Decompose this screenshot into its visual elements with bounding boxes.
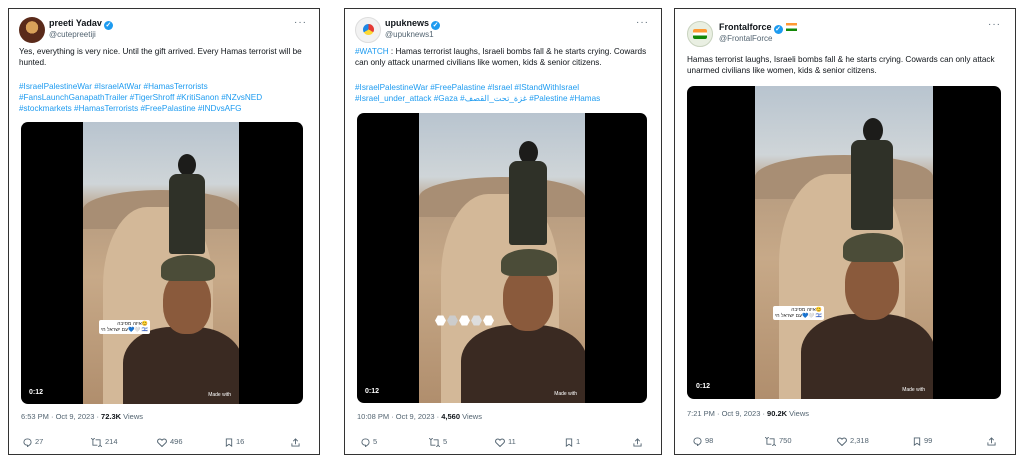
blurred-sticker: [435, 313, 495, 331]
tweet-text: #WATCH : Hamas terrorist laughs, Israeli…: [355, 47, 647, 67]
video-player[interactable]: איזה מסיבה😊 עם ישראל חי💙🤍 🇮🇱 Made with 0…: [21, 122, 303, 404]
more-options-icon[interactable]: ···: [988, 19, 1001, 30]
hex: [471, 315, 482, 326]
like-button[interactable]: 11: [495, 437, 516, 447]
hashtags-line-2[interactable]: #Israel_under_attack #Gaza #غزة_تحت_القص…: [355, 93, 655, 104]
display-name[interactable]: Frontalforce ✓: [719, 22, 797, 34]
user-handle[interactable]: @cutepreetiji: [49, 30, 96, 39]
tweet-timestamp[interactable]: 10:08 PM · Oct 9, 2023 · 4,560 Views: [357, 412, 482, 421]
action-bar: 98 750 2,318 99: [675, 436, 1015, 448]
reply-button[interactable]: 5: [361, 437, 377, 447]
tweet-text: Yes, everything is very nice. Until the …: [19, 47, 302, 67]
action-bar: 27 214 496 16: [9, 437, 319, 449]
man-face: [163, 272, 211, 334]
repost-button[interactable]: 750: [765, 436, 792, 446]
fighter-body: [169, 174, 205, 254]
man-face: [845, 252, 899, 320]
bookmark-button[interactable]: 99: [913, 436, 932, 446]
heart-icon: [157, 438, 167, 447]
more-options-icon[interactable]: ···: [636, 17, 649, 28]
fighter-head: [178, 154, 196, 176]
reply-button[interactable]: 98: [693, 436, 713, 446]
tweet-card-upuknews[interactable]: upuknews ✓ @upuknews1 ··· #WATCH : Hamas …: [344, 8, 662, 455]
video-player[interactable]: איזה מסיבה😊 עם ישראל חי💙🤍 🇮🇱 Made with 0…: [687, 86, 1001, 399]
man-cap: [501, 249, 557, 276]
avatar[interactable]: [687, 21, 713, 47]
repost-icon: [765, 436, 776, 446]
heart-icon: [837, 437, 847, 446]
logo-mark: [693, 29, 707, 39]
made-with-watermark: Made with: [208, 392, 231, 398]
display-name[interactable]: preeti Yadav ✓: [49, 18, 113, 30]
tweet-timestamp[interactable]: 7:21 PM · Oct 9, 2023 · 90.2K Views: [687, 409, 809, 418]
man-face: [503, 267, 553, 331]
made-with-watermark: Made with: [554, 391, 577, 397]
tweet-card-preeti[interactable]: preeti Yadav ✓ @cutepreetiji ··· Yes, eve…: [8, 8, 320, 455]
bookmark-icon: [913, 436, 921, 446]
hex: [447, 315, 458, 326]
video-frame: איזה מסיבה😊 עם ישראל חי💙🤍 🇮🇱 Made with: [755, 86, 933, 399]
hashtags-line-1[interactable]: #IsraelPalestineWar #IsraelAtWar #HamasT…: [19, 81, 314, 92]
tweet-timestamp[interactable]: 6:53 PM · Oct 9, 2023 · 72.3K Views: [21, 412, 143, 421]
bookmark-button[interactable]: 1: [565, 437, 580, 447]
reply-icon: [23, 437, 32, 447]
heart-icon: [495, 438, 505, 447]
verified-badge-icon: ✓: [103, 21, 113, 30]
verified-badge-icon: ✓: [773, 25, 783, 34]
share-icon: [633, 437, 642, 447]
watch-hashtag[interactable]: #WATCH: [355, 47, 389, 56]
video-frame: Made with: [419, 113, 585, 403]
hashtags-line-1[interactable]: #IsraelPalestineWar #FreePalastine #Isra…: [355, 82, 655, 93]
repost-button[interactable]: 5: [429, 437, 447, 447]
repost-icon: [429, 437, 440, 447]
video-frame: איזה מסיבה😊 עם ישראל חי💙🤍 🇮🇱 Made with: [83, 122, 239, 404]
logo-mark: [363, 24, 374, 35]
share-icon: [987, 436, 996, 446]
display-name[interactable]: upuknews ✓: [385, 18, 441, 30]
like-button[interactable]: 496: [157, 437, 183, 447]
fighter-body: [509, 161, 547, 245]
video-player[interactable]: Made with 0:12: [357, 113, 647, 403]
share-button[interactable]: [987, 436, 999, 446]
reply-icon: [361, 437, 370, 447]
hashtags-line-3[interactable]: #stockmarkets #HamasTerrorists #FreePala…: [19, 103, 314, 114]
view-count: 90.2K: [767, 409, 788, 418]
view-count: 72.3K: [101, 412, 122, 421]
india-flag-icon: [785, 23, 797, 31]
repost-icon: [91, 437, 102, 447]
share-button[interactable]: [291, 437, 303, 447]
fighter-body: [851, 140, 893, 230]
tweet-text: Hamas terrorist laughs, Israeli bombs fa…: [687, 55, 995, 75]
video-duration: 0:12: [365, 388, 380, 395]
man-cap: [161, 255, 215, 281]
video-duration: 0:12: [696, 383, 711, 390]
user-handle[interactable]: @upuknews1: [385, 30, 434, 39]
hex: [459, 315, 470, 326]
video-duration: 0:12: [29, 389, 44, 396]
action-bar: 5 5 11 1: [345, 437, 661, 449]
view-count: 4,560: [441, 412, 460, 421]
made-with-watermark: Made with: [902, 387, 925, 393]
like-button[interactable]: 2,318: [837, 436, 869, 446]
avatar[interactable]: [355, 17, 381, 43]
hex: [483, 315, 494, 326]
user-handle[interactable]: @FrontalForce: [719, 34, 772, 43]
hebrew-sticker: איזה מסיבה😊 עם ישראל חי💙🤍 🇮🇱: [773, 306, 825, 320]
bookmark-icon: [565, 437, 573, 447]
bookmark-button[interactable]: 16: [225, 437, 244, 447]
repost-button[interactable]: 214: [91, 437, 118, 447]
reply-icon: [693, 436, 702, 446]
more-options-icon[interactable]: ···: [294, 17, 307, 28]
reply-button[interactable]: 27: [23, 437, 43, 447]
share-button[interactable]: [633, 437, 645, 447]
avatar[interactable]: [19, 17, 45, 43]
bookmark-icon: [225, 437, 233, 447]
hashtags-line-2[interactable]: #FansLaunchGanapathTrailer #TigerShroff …: [19, 92, 314, 103]
tweet-card-frontalforce[interactable]: Frontalforce ✓ @FrontalForce ··· Hamas te…: [674, 8, 1016, 455]
hebrew-sticker: איזה מסיבה😊 עם ישראל חי💙🤍 🇮🇱: [99, 320, 151, 334]
hex: [435, 315, 446, 326]
man-cap: [843, 233, 903, 262]
verified-badge-icon: ✓: [431, 21, 441, 30]
share-icon: [291, 437, 300, 447]
